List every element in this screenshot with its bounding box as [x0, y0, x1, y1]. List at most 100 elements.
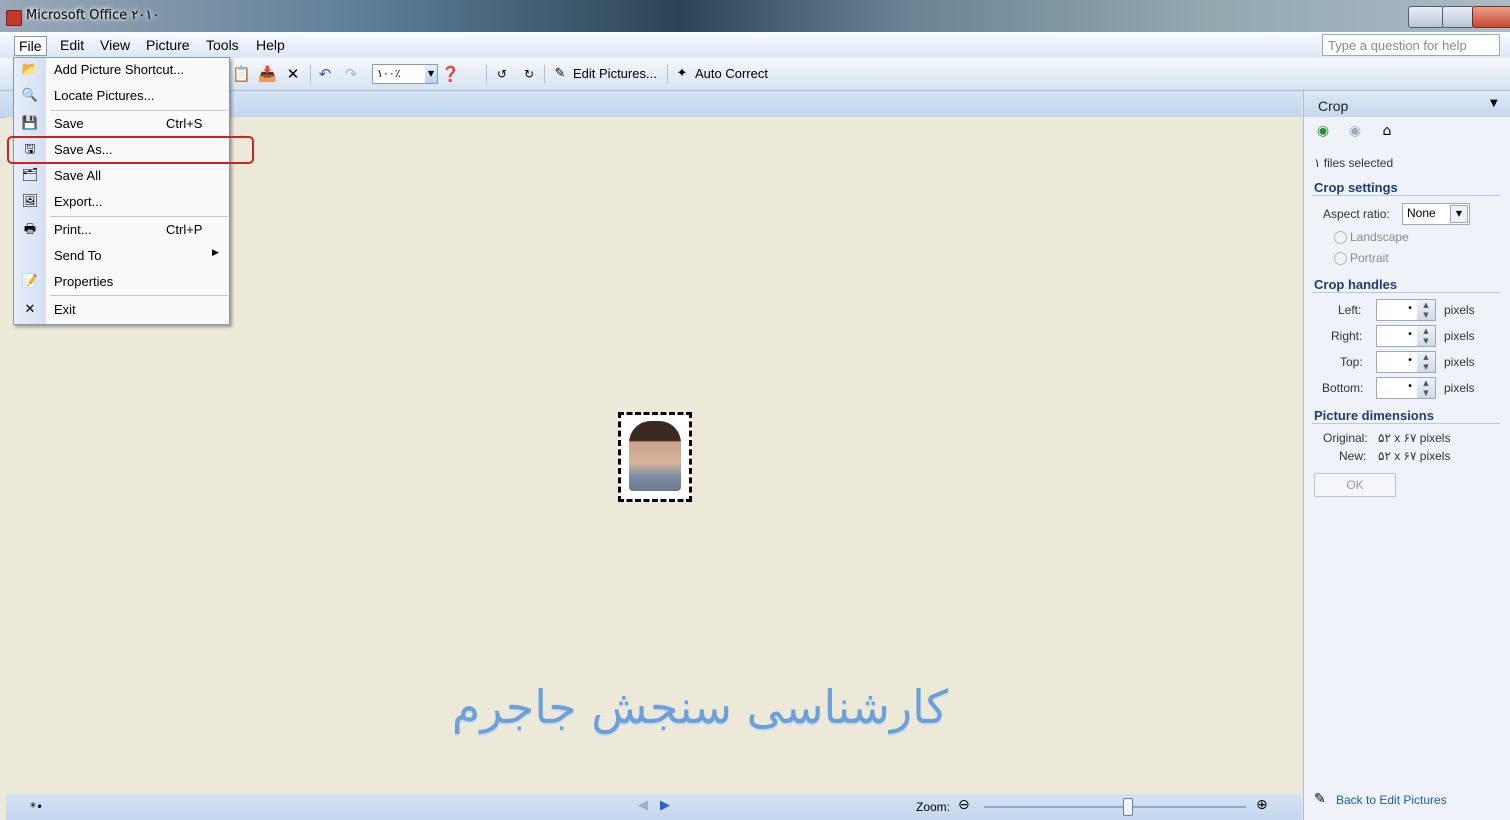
- crop-task-pane: Crop ▼ ◉ ◉ ⌂ ۱ files selected Crop setti…: [1303, 91, 1510, 820]
- menu-item-save-all[interactable]: 🗂 Save All: [14, 164, 229, 188]
- spinner-arrows-icon[interactable]: ▲ ▼: [1417, 326, 1435, 346]
- submenu-arrow-icon: ▶: [212, 248, 219, 258]
- menu-item-shortcut: Ctrl+S: [166, 116, 203, 131]
- add-shortcut-icon: 📂: [21, 62, 39, 77]
- menu-item-export[interactable]: 🖼 Export...: [14, 190, 229, 214]
- chevron-down-icon[interactable]: ▼: [1450, 205, 1468, 223]
- menu-item-shortcut: Ctrl+P: [166, 222, 203, 237]
- rotate-left-icon[interactable]: ↺: [493, 65, 511, 83]
- portrait-label: Portrait: [1350, 251, 1389, 265]
- crop-top-label: Top:: [1340, 355, 1363, 369]
- menu-help[interactable]: Help: [252, 36, 289, 54]
- menu-tools[interactable]: Tools: [202, 36, 243, 54]
- menu-separator: [50, 110, 228, 111]
- save-as-highlight-annotation: [7, 136, 254, 164]
- help-icon[interactable]: ❓: [441, 65, 460, 83]
- aspect-ratio-value: None: [1407, 206, 1436, 220]
- portrait-radio[interactable]: [1334, 252, 1347, 265]
- crop-bottom-spinner[interactable]: • ▲ ▼: [1376, 377, 1436, 399]
- crop-right-spinner[interactable]: • ▲ ▼: [1376, 325, 1436, 347]
- auto-correct-icon[interactable]: ✦: [673, 65, 691, 83]
- menu-item-print[interactable]: 🖶 Print... Ctrl+P: [14, 218, 229, 242]
- spinner-arrows-icon[interactable]: ▲ ▼: [1417, 300, 1435, 320]
- toolbar-separator: [667, 65, 668, 83]
- save-all-icon: 🗂: [21, 168, 39, 183]
- menu-view[interactable]: View: [96, 36, 134, 54]
- spinner-arrows-icon[interactable]: ▲ ▼: [1417, 378, 1435, 398]
- menu-item-properties[interactable]: 📝 Properties: [14, 270, 229, 294]
- minimize-button[interactable]: [1408, 6, 1444, 28]
- chevron-down-icon[interactable]: ▼: [1490, 98, 1498, 109]
- export-icon: 🖼: [21, 194, 39, 209]
- auto-correct-button[interactable]: Auto Correct: [695, 66, 768, 81]
- status-text: *•: [30, 800, 44, 814]
- paste-icon[interactable]: 📥: [258, 65, 277, 83]
- open-icon[interactable]: 📋: [232, 65, 251, 83]
- menu-file[interactable]: File: [14, 36, 47, 56]
- crop-left-spinner[interactable]: • ▲ ▼: [1376, 299, 1436, 321]
- crop-top-spinner[interactable]: • ▲ ▼: [1376, 351, 1436, 373]
- previous-picture-icon[interactable]: ◀: [638, 798, 648, 813]
- crop-left-label: Left:: [1338, 303, 1362, 317]
- rotate-right-icon[interactable]: ↻: [520, 65, 538, 83]
- back-to-edit-pictures-link[interactable]: Back to Edit Pictures: [1336, 793, 1447, 807]
- menu-item-locate-pictures[interactable]: 🔍 Locate Pictures...: [14, 84, 229, 108]
- pixels-unit: pixels: [1444, 303, 1475, 317]
- zoom-combo[interactable]: ۱۰۰٪ ▼: [372, 64, 438, 84]
- zoom-value: ۱۰۰٪: [377, 67, 401, 80]
- next-picture-icon[interactable]: ▶: [660, 798, 670, 813]
- pixels-unit: pixels: [1444, 381, 1475, 395]
- ok-button[interactable]: OK: [1314, 473, 1396, 497]
- original-dimensions-label: Original:: [1323, 431, 1368, 445]
- menu-item-save[interactable]: 💾 Save Ctrl+S: [14, 112, 229, 136]
- landscape-radio[interactable]: [1334, 231, 1347, 244]
- maximize-button[interactable]: [1442, 6, 1474, 28]
- picture-thumbnail[interactable]: [618, 412, 692, 502]
- menu-item-send-to[interactable]: Send To ▶: [14, 244, 229, 268]
- window-title: Microsoft Office ۲۰۱۰: [26, 8, 160, 23]
- section-divider: [1312, 195, 1500, 196]
- help-search-input[interactable]: Type a question for help: [1322, 34, 1500, 56]
- zoom-in-icon[interactable]: ⊕: [1256, 797, 1268, 813]
- undo-icon[interactable]: ↶: [316, 65, 334, 83]
- section-divider: [1312, 423, 1500, 424]
- menu-item-label: Properties: [54, 274, 114, 289]
- zoom-out-icon[interactable]: ⊖: [958, 797, 970, 813]
- zoom-label: Zoom:: [916, 800, 951, 814]
- toolbar-separator: [310, 65, 311, 83]
- back-arrow-icon[interactable]: ◉: [1314, 122, 1332, 140]
- picture-dimensions-heading: Picture dimensions: [1314, 408, 1434, 423]
- zoom-slider-track[interactable]: [984, 806, 1246, 808]
- edit-pictures-icon[interactable]: ✎: [551, 65, 569, 83]
- menu-item-label: Add Picture Shortcut...: [54, 62, 185, 77]
- crop-left-value: •: [1407, 303, 1413, 314]
- app-icon[interactable]: [6, 10, 22, 26]
- menu-edit[interactable]: Edit: [56, 36, 88, 54]
- crop-handles-heading: Crop handles: [1314, 277, 1398, 292]
- menu-item-exit[interactable]: ✕ Exit: [14, 298, 229, 322]
- toolbar-separator: [486, 65, 487, 83]
- chevron-down-icon[interactable]: ▼: [425, 65, 437, 83]
- menu-separator: [50, 295, 228, 296]
- redo-icon[interactable]: ↷: [342, 65, 360, 83]
- save-icon: 💾: [21, 116, 39, 131]
- home-icon[interactable]: ⌂: [1378, 122, 1396, 140]
- delete-icon[interactable]: ✕: [284, 65, 302, 83]
- files-selected-text: ۱ files selected: [1314, 156, 1394, 170]
- close-button[interactable]: [1472, 6, 1510, 28]
- locate-icon: 🔍: [21, 88, 39, 103]
- new-dimensions-label: New:: [1339, 449, 1367, 463]
- menu-item-label: Save All: [54, 168, 101, 183]
- spinner-arrows-icon[interactable]: ▲ ▼: [1417, 352, 1435, 372]
- status-bar: *• ◀ ▶ Zoom: ⊖ ⊕: [6, 794, 1302, 820]
- menu-item-add-picture-shortcut[interactable]: 📂 Add Picture Shortcut...: [14, 58, 229, 82]
- pixels-unit: pixels: [1444, 329, 1475, 343]
- menu-bar: File Edit View Picture Tools Help: [0, 32, 1510, 58]
- forward-arrow-icon[interactable]: ◉: [1346, 122, 1364, 140]
- menu-item-label: Send To: [54, 248, 102, 263]
- edit-pictures-button[interactable]: Edit Pictures...: [573, 66, 657, 81]
- toolbar-separator: [544, 65, 545, 83]
- menu-picture[interactable]: Picture: [142, 36, 194, 54]
- aspect-ratio-select[interactable]: None ▼: [1402, 203, 1470, 225]
- zoom-slider-thumb[interactable]: [1123, 798, 1134, 816]
